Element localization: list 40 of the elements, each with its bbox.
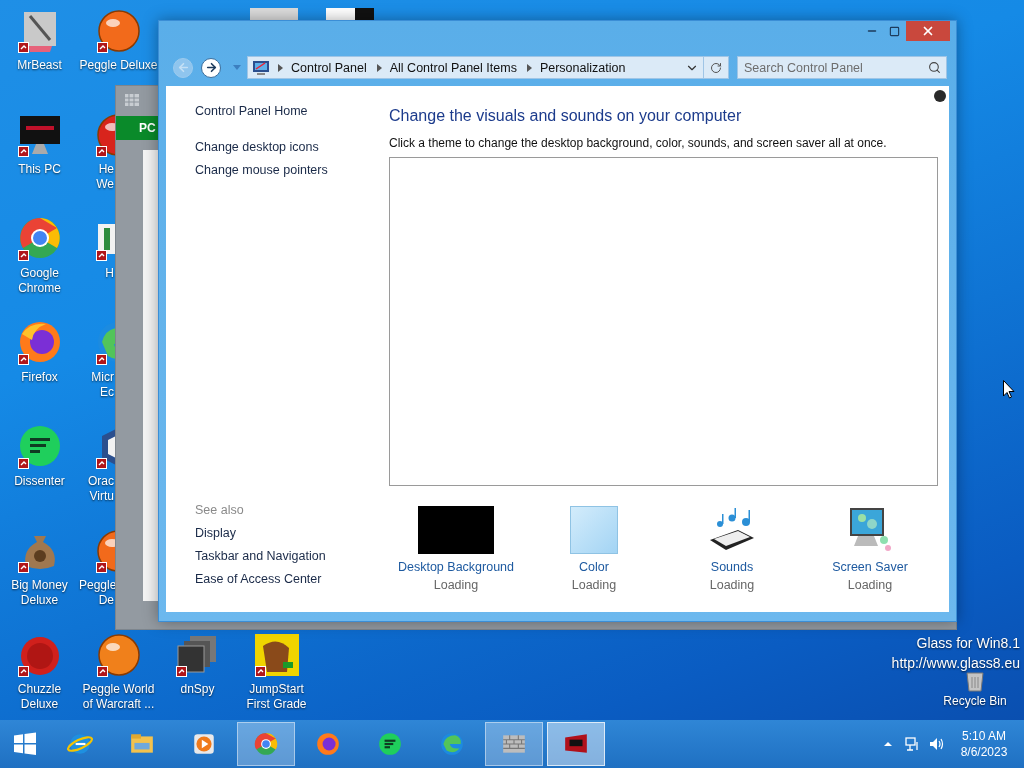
sidebar-link[interactable]: Display [195, 522, 236, 545]
icon-label: Orac Virtu [87, 474, 114, 504]
icon-label: Micr Ec [90, 370, 114, 400]
overlay-text: Glass for Win8.1 [916, 634, 1020, 653]
icon-label: This PC [18, 162, 61, 177]
address-bar[interactable]: Control Panel All Control Panel Items Personalization [247, 56, 704, 79]
sidebar-link[interactable]: Taskbar and Navigation [195, 545, 326, 568]
clock-date: 8/6/2023 [960, 744, 1008, 760]
search-field[interactable]: Search Control Panel [737, 56, 947, 79]
icon-label: Chuzzle Deluxe [17, 682, 62, 712]
icon-label: Peggle De [79, 578, 114, 608]
setting-status: Loading [709, 577, 755, 594]
setting-link[interactable]: Desktop Background [397, 559, 514, 575]
sidebar-link[interactable]: Ease of Access Center [195, 568, 322, 591]
icon-label: JumpStart First Grade [246, 682, 307, 712]
setting-link[interactable]: Sounds [710, 559, 754, 575]
icon-label: Big Money Deluxe [11, 578, 68, 608]
setting-link[interactable]: Screen Saver [832, 559, 908, 575]
icon-label: Peggle World of Warcraft ... [82, 682, 155, 712]
icon-label: MrBeast [17, 58, 62, 73]
overlay-text: http://www.glass8.eu [891, 654, 1020, 673]
breadcrumb-item[interactable]: Personalization [539, 60, 632, 75]
section-title: See also [195, 502, 244, 519]
setting-status: Loading [433, 577, 479, 594]
icon-label: Recycle Bin [943, 694, 1007, 709]
icon-label: Dissenter [14, 474, 65, 489]
setting-status: Loading [847, 577, 893, 594]
breadcrumb-item[interactable]: All Control Panel Items [389, 60, 523, 75]
setting-link[interactable]: Color [579, 559, 609, 575]
icon-label: Firefox [21, 370, 58, 385]
icon-label: dnSpy [180, 682, 215, 697]
icon-label: H [104, 266, 114, 281]
clock-time: 5:10 AM [962, 728, 1006, 744]
setting-status: Loading [571, 577, 617, 594]
icon-label: Peggle Deluxe [79, 58, 158, 73]
icon-label: Google Chrome [18, 266, 61, 296]
clock[interactable]: 5:10 AM 8/6/2023 [952, 728, 1016, 760]
icon-label: He We [95, 162, 114, 192]
sidebar-link[interactable]: Change mouse pointers [195, 159, 328, 182]
breadcrumb-item[interactable]: Control Panel [291, 60, 373, 75]
